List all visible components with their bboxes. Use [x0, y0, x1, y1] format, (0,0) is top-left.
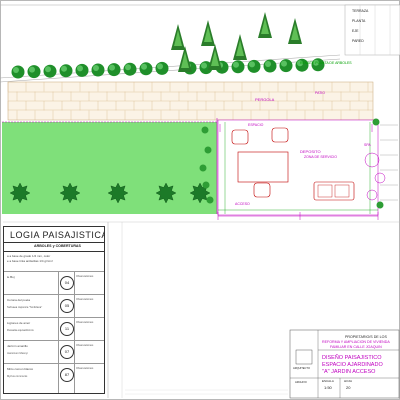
- top-right-label-3: EJE: [352, 29, 359, 33]
- legend-row: Mirto comun blanco Myrtus communis 87 Ob…: [4, 363, 104, 387]
- tree-row: [11, 58, 325, 79]
- legend-row-code: 04: [60, 276, 74, 290]
- shrub-icon: [202, 181, 210, 189]
- tb-scale-label: ESCALA: [322, 379, 334, 383]
- top-right-label-4: PARED: [352, 39, 364, 43]
- tb-sheet-title-3: "A" JARDIN ACCESO: [322, 369, 376, 375]
- tree-icon: [247, 59, 261, 73]
- legend-row-label: Mirto comun blanco: [7, 367, 34, 371]
- shrub-icon: [201, 126, 209, 134]
- shrub-icon: [204, 146, 212, 154]
- tree-icon: [27, 65, 41, 79]
- plant-legend: LOGIA PAISAJISTICA ARBOLES y COBERTURAS …: [3, 226, 105, 394]
- tb-scale-value: 1:50: [324, 385, 332, 390]
- plan-label-spa: SPA: [364, 143, 371, 147]
- conifer-icon: [288, 18, 302, 44]
- legend-intro-2: e a base tinta antitetilas 1/4 gr/cm²: [7, 259, 53, 263]
- cad-sheet: PERGOLA DEPOSITO ZONA DE SERVICIO ESPACI…: [0, 0, 400, 400]
- shrub-icon: [59, 182, 81, 204]
- legend-row-notes: Observaciones: [76, 275, 94, 278]
- shrub-icon: [206, 196, 214, 204]
- legend-row: Ligtones de amor Russelia equisetiformis…: [4, 317, 104, 341]
- shrub-icon: [155, 182, 177, 204]
- shrub-icon: [376, 201, 384, 209]
- tree-icon: [155, 61, 169, 75]
- shrub-icon: [199, 164, 207, 172]
- plan-label-deposito: DEPOSITO: [300, 149, 321, 154]
- tree-icon: [107, 63, 121, 77]
- legend-subtitle: ARBOLES y COBERTURAS: [34, 244, 81, 248]
- tb-project-2: FAMILIAR EN CALLE JOAQUIN: [330, 345, 382, 349]
- tree-icon: [123, 62, 137, 76]
- plan-label-elev: REMATE PLANTA DE ARBOLES: [300, 61, 352, 65]
- plan-label-patio: PATIO: [315, 91, 325, 95]
- plan-label-espacio: ESPACIO: [248, 123, 264, 127]
- legend-row-code: 87: [60, 368, 74, 382]
- tb-archive-1: ARQUITECTO: [293, 367, 310, 370]
- plan-label-acceso: ACCESO: [235, 202, 250, 206]
- lawn-area: [2, 122, 217, 214]
- plan-label-pergola: PERGOLA: [255, 97, 275, 102]
- top-right-label-2: PLANTA: [352, 19, 366, 23]
- legend-row: Corona del poeta Subvaea Japonica "Smilc…: [4, 294, 104, 318]
- legend-row-label: le Boj: [7, 275, 15, 279]
- plan-label-service: ZONA DE SERVICIO: [304, 155, 337, 159]
- conifer-icon: [201, 20, 215, 46]
- hatch-band: [7, 81, 374, 121]
- tree-icon: [139, 62, 153, 76]
- legend-row-sublabel: Subvaea Japonica "Smilclana": [7, 306, 43, 309]
- legend-row: le Boj 04 Observaciones: [4, 271, 104, 295]
- legend-row-sublabel: Myrtus communis: [7, 375, 28, 378]
- tree-icon: [59, 64, 73, 78]
- shrub-icon: [372, 118, 380, 126]
- tree-icon: [231, 60, 245, 74]
- legend-row-code: 11: [60, 322, 74, 336]
- conifer-icon: [233, 34, 247, 60]
- tb-sheet-title-1: DISEÑO PAISAJISTICO: [322, 355, 382, 361]
- legend-row-label: Ligtones de amor: [7, 321, 31, 325]
- legend-row-code: 05: [60, 299, 74, 313]
- conifer-icon: [208, 44, 222, 70]
- tree-icon: [91, 63, 105, 77]
- tree-icon: [43, 64, 57, 78]
- tree-icon: [279, 59, 293, 73]
- shrub-icon: [9, 182, 31, 204]
- tree-icon: [263, 59, 277, 73]
- legend-title: LOGIA PAISAJISTICA: [10, 230, 105, 240]
- shrub-icon: [107, 182, 129, 204]
- legend-row-label: Jazmin amarillo: [7, 344, 28, 348]
- legend-row-label: Corona del poeta: [7, 298, 31, 302]
- tb-archive-2: ARCHIVO: [295, 381, 307, 384]
- legend-row-notes: Observaciones: [76, 344, 94, 347]
- legend-row-notes: Observaciones: [76, 367, 94, 370]
- legend-row-code: 07: [60, 345, 74, 359]
- tb-sheet-title-2: ESPACIO AJARDINADO: [322, 362, 383, 368]
- legend-row: Jazmin amarillo Jasminum Mesnyi 07 Obser…: [4, 340, 104, 364]
- legend-row-notes: Observaciones: [76, 321, 94, 324]
- legend-row-sublabel: Russelia equisetiformis: [7, 329, 34, 332]
- legend-row-notes: Observaciones: [76, 298, 94, 301]
- tb-sheet-no: 20: [346, 385, 351, 390]
- tb-sheet-label: HOJA: [344, 379, 353, 383]
- top-right-label-1: TERRAZA: [352, 9, 369, 13]
- conifer-icon: [258, 12, 272, 38]
- legend-row-sublabel: Jasminum Mesnyi: [7, 352, 28, 355]
- conifer-icon: [171, 24, 185, 50]
- tree-icon: [11, 65, 25, 79]
- legend-intro-1: a a base de grado 1/4 mm, color: [7, 254, 51, 258]
- tree-icon: [75, 63, 89, 77]
